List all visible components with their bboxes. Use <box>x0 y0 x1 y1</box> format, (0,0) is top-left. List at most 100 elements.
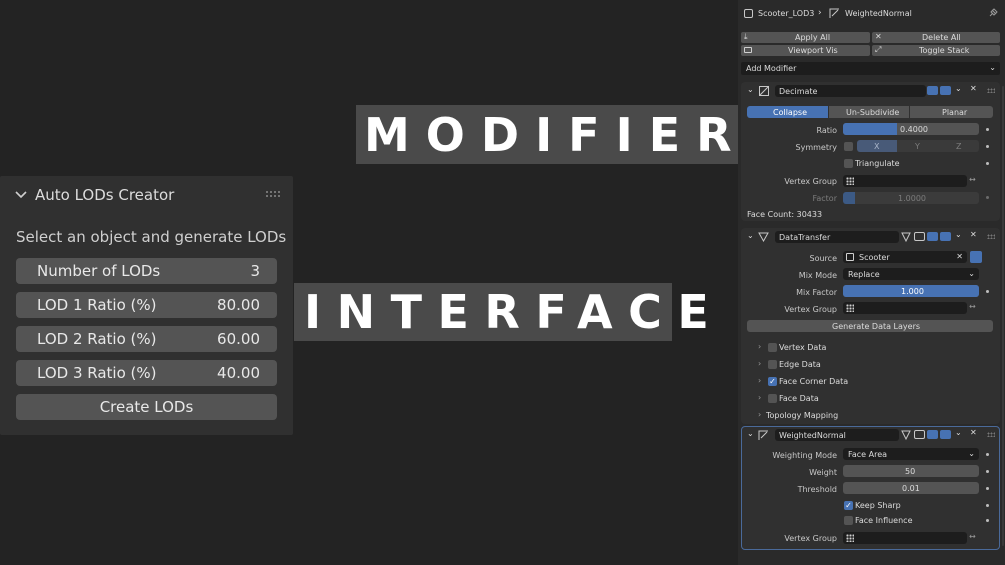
decimate-icon <box>759 86 769 96</box>
realtime-display-icon[interactable] <box>927 232 938 241</box>
number-of-lods-field[interactable]: Number of LODs 3 <box>16 258 277 284</box>
keyframe-dot[interactable] <box>986 519 989 522</box>
chevron-down-icon[interactable]: ⌄ <box>955 230 962 239</box>
pin-icon[interactable] <box>988 8 998 18</box>
on-cage-icon[interactable] <box>901 430 911 440</box>
ratio-label: Ratio <box>816 126 837 135</box>
invert-arrows-icon[interactable]: ↔ <box>969 302 976 311</box>
close-icon[interactable]: ✕ <box>970 84 977 93</box>
realtime-display-icon[interactable] <box>927 430 938 439</box>
face-data-section[interactable]: › Face Data <box>755 392 955 404</box>
weighting-mode-dropdown[interactable]: Face Area ⌄ <box>843 448 979 460</box>
chevron-down-icon[interactable]: ⌄ <box>955 84 962 93</box>
field-value: 60.00 <box>217 330 260 348</box>
keyframe-dot[interactable] <box>986 145 989 148</box>
topology-mapping-section[interactable]: › Topology Mapping <box>755 409 955 421</box>
keep-sharp-checkbox[interactable]: ✓ <box>844 501 853 510</box>
vertex-group-field[interactable] <box>843 532 967 544</box>
drag-grip-icon[interactable] <box>987 432 995 437</box>
delete-all-button[interactable]: ✕ Delete All <box>872 32 1000 43</box>
keyframe-dot[interactable] <box>986 453 989 456</box>
modifiers-banner-text: MODIFIERS <box>364 107 797 162</box>
keyframe-dot[interactable] <box>986 290 989 293</box>
source-field[interactable]: Scooter ✕ <box>843 251 967 263</box>
generate-data-layers-button[interactable]: Generate Data Layers <box>747 320 993 332</box>
properties-scrollbar[interactable] <box>1002 86 1004 546</box>
create-lods-button[interactable]: Create LODs <box>16 394 277 420</box>
mix-mode-label: Mix Mode <box>798 271 837 280</box>
vertex-group-field[interactable] <box>843 302 967 314</box>
camera-render-icon[interactable] <box>940 86 951 95</box>
mix-mode-dropdown[interactable]: Replace ⌄ <box>843 268 979 280</box>
threshold-field[interactable]: 0.01 <box>843 482 979 494</box>
weightednormal-name-field[interactable]: WeightedNormal <box>775 429 899 441</box>
close-icon[interactable]: ✕ <box>970 230 977 239</box>
face-influence-checkbox[interactable] <box>844 516 853 525</box>
apply-all-button[interactable]: ⤓ Apply All <box>741 32 870 43</box>
ratio-slider[interactable]: 0.4000 <box>843 123 979 135</box>
chevron-down-icon[interactable]: ⌄ <box>747 429 754 438</box>
keyframe-dot[interactable] <box>986 128 989 131</box>
section-checkbox[interactable] <box>768 394 777 403</box>
section-checkbox[interactable]: ✓ <box>768 377 777 386</box>
clear-icon[interactable]: ✕ <box>956 252 963 261</box>
tab-un-subdivide[interactable]: Un-Subdivide <box>829 106 909 118</box>
chevron-down-icon[interactable]: ⌄ <box>747 231 754 240</box>
symmetry-checkbox[interactable] <box>844 142 853 151</box>
keyframe-dot[interactable] <box>986 196 989 199</box>
mix-factor-slider[interactable]: 1.000 <box>843 285 979 297</box>
section-checkbox[interactable] <box>768 360 777 369</box>
realtime-display-icon[interactable] <box>927 86 938 95</box>
close-icon[interactable]: ✕ <box>970 428 977 437</box>
axis-x-button[interactable]: X <box>857 140 897 152</box>
triangulate-checkbox[interactable] <box>844 159 853 168</box>
edge-data-section[interactable]: › Edge Data <box>755 358 955 370</box>
face-corner-data-section[interactable]: › ✓ Face Corner Data <box>755 375 955 387</box>
lod-panel-header[interactable]: Auto LODs Creator <box>0 176 293 214</box>
tab-collapse[interactable]: Collapse <box>747 106 828 118</box>
keyframe-dot[interactable] <box>986 504 989 507</box>
edit-mode-icon[interactable] <box>914 232 925 241</box>
factor-slider[interactable]: 1.0000 <box>843 192 979 204</box>
lod1-ratio-field[interactable]: LOD 1 Ratio (%) 80.00 <box>16 292 277 318</box>
section-checkbox[interactable] <box>768 343 777 352</box>
viewport-vis-button[interactable]: Viewport Vis <box>741 45 870 56</box>
drag-grip-icon[interactable] <box>987 234 995 239</box>
weightednormal-modifier-card: ⌄ WeightedNormal ⌄ ✕ Weighting Mode Face… <box>741 426 1000 550</box>
modifiers-banner: MODIFIERS <box>356 105 781 164</box>
toggle-stack-button[interactable]: ⤢ Toggle Stack <box>872 45 1000 56</box>
edit-mode-icon[interactable] <box>914 430 925 439</box>
lod-panel-title: Auto LODs Creator <box>35 186 175 204</box>
source-label: Source <box>809 254 837 263</box>
keyframe-dot[interactable] <box>986 487 989 490</box>
invert-arrows-icon[interactable]: ↔ <box>969 175 976 184</box>
on-cage-icon[interactable] <box>901 232 911 242</box>
datatransfer-name-field[interactable]: DataTransfer <box>775 231 899 243</box>
chevron-down-icon[interactable]: ⌄ <box>955 428 962 437</box>
lod-panel-description: Select an object and generate LODs <box>16 228 287 246</box>
keyframe-dot[interactable] <box>986 162 989 165</box>
breadcrumb-object: Scooter_LOD3 <box>758 9 815 18</box>
invert-arrows-icon[interactable]: ↔ <box>969 532 976 541</box>
weight-label: Weight <box>809 468 837 477</box>
vertex-group-field[interactable] <box>843 175 967 187</box>
chevron-down-icon[interactable]: ⌄ <box>747 85 754 94</box>
axis-y-button[interactable]: Y <box>898 140 938 152</box>
add-modifier-dropdown[interactable]: Add Modifier ⌄ <box>741 62 1000 75</box>
decimate-name-field[interactable]: Decimate <box>775 85 926 97</box>
object-transform-toggle-icon[interactable] <box>970 251 982 263</box>
weight-field[interactable]: 50 <box>843 465 979 477</box>
axis-z-button[interactable]: Z <box>939 140 979 152</box>
tab-planar[interactable]: Planar <box>910 106 993 118</box>
camera-render-icon[interactable] <box>940 430 951 439</box>
drag-grip-icon[interactable] <box>265 190 281 198</box>
lod3-ratio-field[interactable]: LOD 3 Ratio (%) 40.00 <box>16 360 277 386</box>
vertex-data-section[interactable]: › Vertex Data <box>755 341 955 353</box>
source-value: Scooter <box>859 253 890 262</box>
keyframe-dot[interactable] <box>986 470 989 473</box>
chevron-down-icon: ⌄ <box>968 269 975 278</box>
drag-grip-icon[interactable] <box>987 88 995 93</box>
camera-render-icon[interactable] <box>940 232 951 241</box>
chevron-down-icon[interactable] <box>14 188 28 202</box>
lod2-ratio-field[interactable]: LOD 2 Ratio (%) 60.00 <box>16 326 277 352</box>
